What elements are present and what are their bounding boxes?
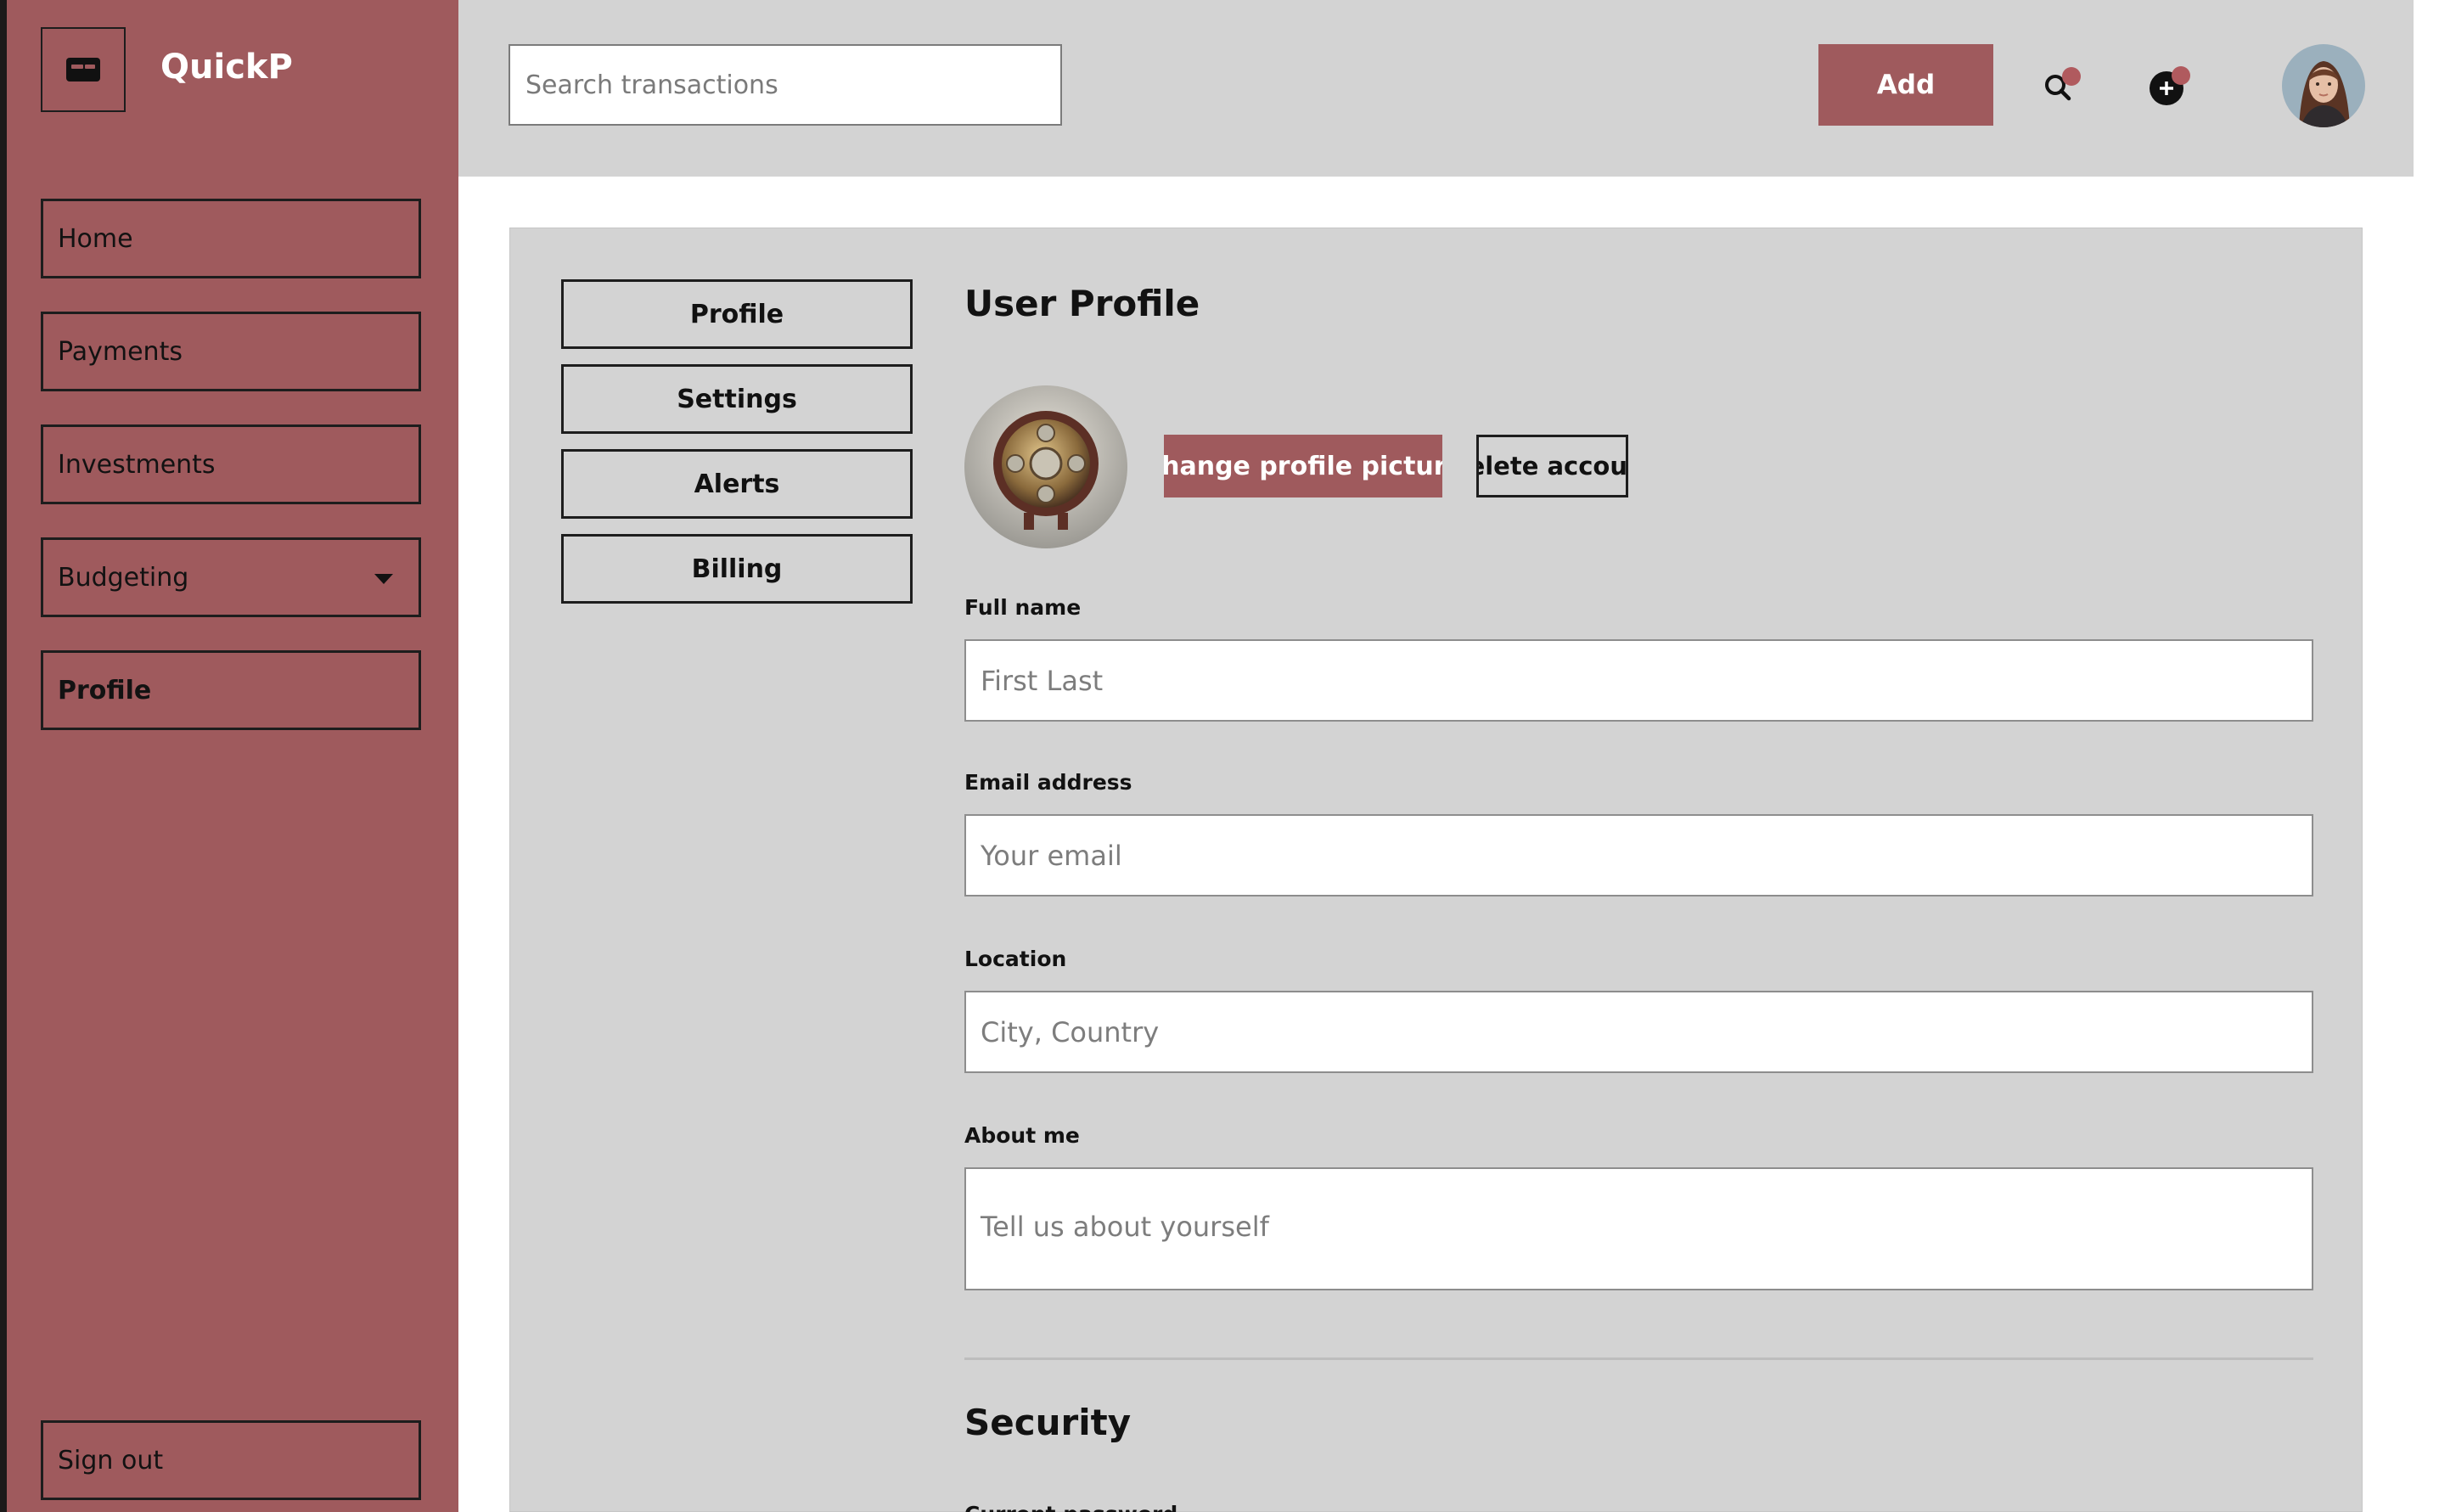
sidebar-item-home[interactable]: Home [41,199,421,278]
tab-settings[interactable]: Settings [561,364,913,434]
sidebar-item-label: Profile [58,675,152,705]
about-me-field[interactable] [964,1167,2313,1290]
user-avatar[interactable] [2282,44,2365,127]
sidebar-item-label: Payments [58,336,183,367]
section-divider [964,1357,2313,1360]
add-button[interactable]: Add [1818,44,1993,126]
sidebar: QuickP Home Payments Investments Budgeti… [7,0,458,1512]
notification-dot [2062,67,2081,86]
location-field[interactable] [964,991,2313,1073]
sidebar-item-profile[interactable]: Profile [41,650,421,730]
sidebar-item-label: Home [58,223,133,254]
sign-out-label: Sign out [58,1445,164,1475]
app-name: QuickP [160,48,293,87]
delete-account-button[interactable]: Delete account [1476,435,1628,497]
email-field[interactable] [964,814,2313,897]
window-edge [0,0,7,1512]
change-profile-picture-button[interactable]: Change profile picture [1164,435,1442,497]
full-name-label: Full name [964,595,1082,620]
sidebar-item-payments[interactable]: Payments [41,312,421,391]
current-password-label: Current password [964,1502,1177,1512]
notification-dot [2172,66,2190,85]
location-label: Location [964,947,1067,971]
add-circle-icon[interactable] [2141,61,2192,112]
logo[interactable] [41,27,126,112]
search-icon[interactable] [2033,59,2084,110]
about-me-label: About me [964,1123,1080,1148]
search-input[interactable] [509,44,1062,126]
card-icon [66,58,100,82]
page-title: User Profile [964,283,1200,324]
sidebar-item-investments[interactable]: Investments [41,424,421,504]
sign-out-button[interactable]: Sign out [41,1420,421,1500]
security-title: Security [964,1402,1132,1443]
sidebar-item-budgeting[interactable]: Budgeting [41,537,421,617]
sidebar-item-label: Investments [58,449,216,480]
chevron-down-icon[interactable] [374,574,393,584]
sidebar-item-label: Budgeting [58,562,189,593]
tab-profile[interactable]: Profile [561,279,913,349]
profile-panel: Profile Settings Alerts Billing User Pro… [509,228,2363,1512]
email-label: Email address [964,770,1132,795]
top-bar: Add [458,0,2414,177]
full-name-field[interactable] [964,639,2313,722]
tab-billing[interactable]: Billing [561,534,913,604]
profile-picture [964,385,1127,548]
tab-alerts[interactable]: Alerts [561,449,913,519]
